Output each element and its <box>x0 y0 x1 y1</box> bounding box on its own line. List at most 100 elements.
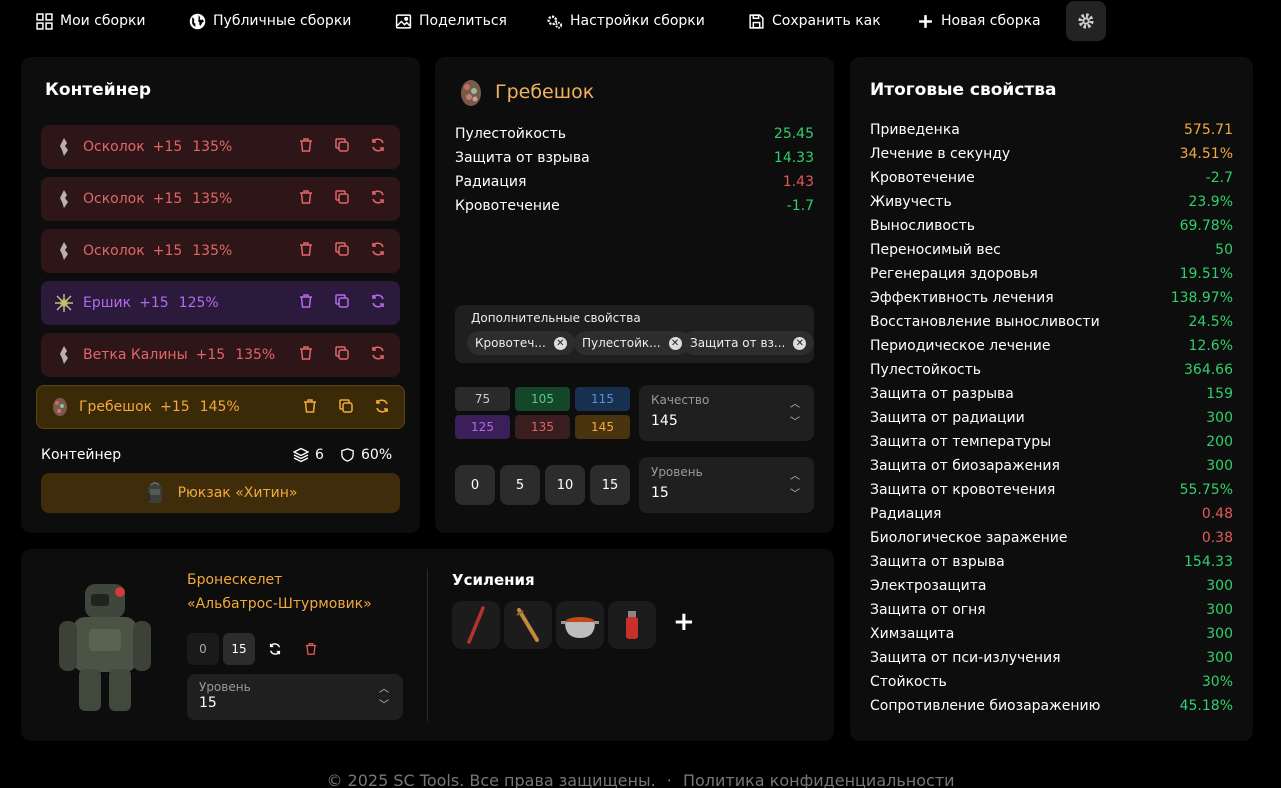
level-button[interactable]: 5 <box>500 465 540 505</box>
boost-slot-1[interactable] <box>452 601 500 649</box>
summary-value: 23.9% <box>1188 194 1233 210</box>
copy-icon[interactable] <box>334 137 350 153</box>
trash-icon[interactable] <box>298 241 314 257</box>
boost-slot-3[interactable] <box>556 601 604 649</box>
quality-select[interactable]: Качество 145 ︿ ﹀ <box>639 385 814 441</box>
artifact-row[interactable]: Осколок +15 135% <box>41 125 400 169</box>
artifact-level: +15 <box>152 243 183 259</box>
summary-row: Кровотечение -2.7 <box>870 170 1233 186</box>
nav-new-build[interactable]: Новая сборка <box>917 11 1041 31</box>
nav-share[interactable]: Поделиться <box>395 11 507 31</box>
armor-level-select[interactable]: Уровень 15 ︿ ﹀ <box>187 674 403 720</box>
artifact-row[interactable]: Осколок +15 135% <box>41 177 400 221</box>
copy-icon[interactable] <box>334 189 350 205</box>
nav-save-as-label: Сохранить как <box>772 13 881 29</box>
summary-value: 300 <box>1206 650 1233 666</box>
boost-slot-4[interactable] <box>608 601 656 649</box>
close-icon[interactable]: ✕ <box>553 336 567 350</box>
trash-icon <box>305 643 317 655</box>
extra-properties[interactable]: Дополнительные свойства Кровотеч... ✕ Пуле… <box>455 305 815 363</box>
level-select[interactable]: Уровень 15 ︿ ﹀ <box>639 457 814 513</box>
summary-label: Эффективность лечения <box>870 290 1054 306</box>
summary-value: 575.71 <box>1184 122 1233 138</box>
artifact-icon <box>51 397 69 417</box>
chevron-down-icon[interactable]: ﹀ <box>379 696 389 711</box>
artifact-row[interactable]: Осколок +15 135% <box>41 229 400 273</box>
trash-icon[interactable] <box>298 189 314 205</box>
quality-button[interactable]: 125 <box>455 415 510 439</box>
nav-my-builds[interactable]: Мои сборки <box>36 11 146 31</box>
add-boost-button[interactable]: + <box>673 607 695 637</box>
refresh-icon[interactable] <box>370 241 386 257</box>
backpack-button[interactable]: Рюкзак «Хитин» <box>41 473 400 513</box>
trash-icon[interactable] <box>298 345 314 361</box>
artifact-percent: 135% <box>192 243 233 259</box>
close-icon[interactable]: ✕ <box>793 336 807 350</box>
artifact-level: +15 <box>152 191 183 207</box>
armor-level-15-button[interactable]: 15 <box>223 633 255 665</box>
property-chip[interactable]: Защита от вз... ✕ <box>682 331 815 355</box>
quality-button[interactable]: 75 <box>455 387 510 411</box>
chevron-up-icon[interactable]: ︿ <box>379 680 389 695</box>
summary-row: Защита от взрыва 154.33 <box>870 554 1233 570</box>
nav-public-builds[interactable]: Публичные сборки <box>189 11 351 31</box>
chevron-down-icon[interactable]: ﹀ <box>790 485 800 500</box>
property-chip[interactable]: Пулестойк... ✕ <box>574 331 690 355</box>
trash-icon[interactable] <box>302 398 318 414</box>
copy-icon[interactable] <box>338 398 354 414</box>
armor-delete-button[interactable] <box>295 633 327 665</box>
footer-separator: · <box>666 771 672 788</box>
copy-icon[interactable] <box>334 345 350 361</box>
level-button[interactable]: 0 <box>455 465 495 505</box>
quality-select-value: 145 <box>651 413 678 429</box>
container-slots-value: 6 <box>315 447 324 463</box>
artifact-row[interactable]: Ветка Калины +15 135% <box>41 333 400 377</box>
backpack-label: Рюкзак «Хитин» <box>177 485 298 501</box>
artifact-row[interactable]: Гребешок +15 145% <box>36 385 405 429</box>
copy-icon[interactable] <box>334 241 350 257</box>
summary-title: Итоговые свойства <box>870 80 1057 100</box>
summary-label: Защита от биозаражения <box>870 458 1060 474</box>
property-chip[interactable]: Кровотеч... ✕ <box>467 331 575 355</box>
level-select-value: 15 <box>651 485 669 501</box>
property-row: Пулестойкость 25.45 <box>455 126 814 142</box>
boost-slot-2[interactable] <box>504 601 552 649</box>
summary-row: Защита от температуры 200 <box>870 434 1233 450</box>
extra-properties-label: Дополнительные свойства <box>471 311 641 325</box>
quality-button[interactable]: 145 <box>575 415 630 439</box>
container-slots: 6 <box>293 447 324 463</box>
quality-button[interactable]: 115 <box>575 387 630 411</box>
injector-icon <box>516 608 539 642</box>
trash-icon[interactable] <box>298 293 314 309</box>
armor-refresh-button[interactable] <box>259 633 291 665</box>
refresh-icon[interactable] <box>370 293 386 309</box>
summary-row: Пулестойкость 364.66 <box>870 362 1233 378</box>
privacy-link[interactable]: Политика конфиденциальности <box>683 771 955 788</box>
quality-button[interactable]: 135 <box>515 415 570 439</box>
refresh-icon[interactable] <box>374 398 390 414</box>
artifact-row[interactable]: Ершик +15 125% <box>41 281 400 325</box>
refresh-icon[interactable] <box>370 345 386 361</box>
gear-icon <box>1078 13 1094 29</box>
level-button[interactable]: 15 <box>590 465 630 505</box>
summary-row: Защита от кровотечения 55.75% <box>870 482 1233 498</box>
nav-build-settings[interactable]: Настройки сборки <box>546 11 705 31</box>
trash-icon[interactable] <box>298 137 314 153</box>
property-label: Защита от взрыва <box>455 150 590 166</box>
close-icon[interactable]: ✕ <box>668 336 682 350</box>
refresh-icon[interactable] <box>370 189 386 205</box>
armor-name-line2: «Альбатрос-Штурмовик» <box>187 596 372 612</box>
chevron-up-icon[interactable]: ︿ <box>790 467 800 482</box>
level-button[interactable]: 10 <box>545 465 585 505</box>
chevron-down-icon[interactable]: ﹀ <box>790 413 800 428</box>
copy-icon[interactable] <box>334 293 350 309</box>
property-label: Радиация <box>455 174 527 190</box>
quality-button[interactable]: 105 <box>515 387 570 411</box>
chevron-up-icon[interactable]: ︿ <box>790 395 800 410</box>
summary-label: Защита от пси-излучения <box>870 650 1061 666</box>
armor-level-0-button[interactable]: 0 <box>187 633 219 665</box>
nav-save-as[interactable]: Сохранить как <box>748 11 881 31</box>
refresh-icon[interactable] <box>370 137 386 153</box>
summary-label: Защита от кровотечения <box>870 482 1056 498</box>
settings-button[interactable] <box>1066 1 1106 41</box>
